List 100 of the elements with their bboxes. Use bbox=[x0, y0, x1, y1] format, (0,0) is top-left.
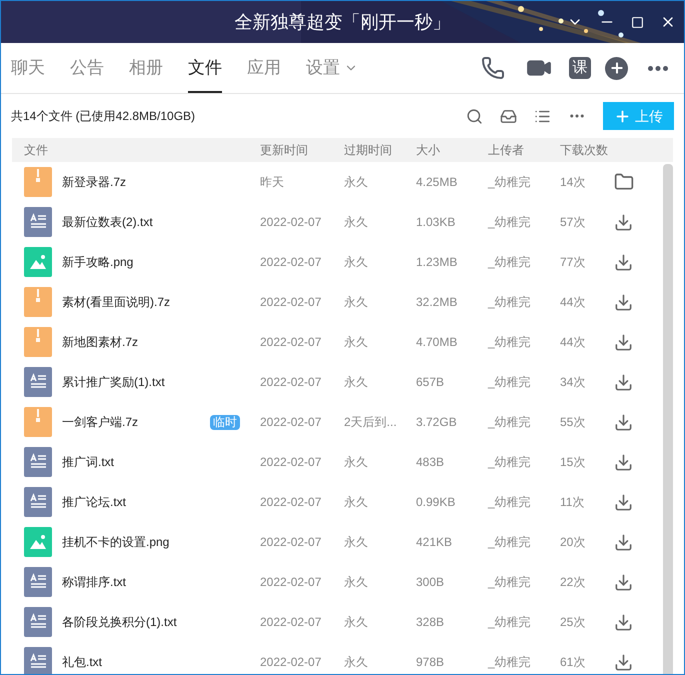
download-icon[interactable] bbox=[614, 532, 633, 552]
table-cell-text: 永久 bbox=[344, 534, 369, 551]
table-cell-text: 永久 bbox=[344, 334, 369, 351]
file-name[interactable]: 新登录器.7z bbox=[62, 173, 126, 191]
plus-icon bbox=[614, 108, 631, 124]
table-cell-text: 2022-02-07 bbox=[260, 614, 322, 631]
table-cell-text: 421KB bbox=[416, 534, 454, 551]
table-cell-text: 永久 bbox=[344, 214, 369, 231]
search-icon[interactable] bbox=[466, 108, 483, 124]
phone-icon bbox=[481, 56, 505, 80]
archive-file-icon bbox=[24, 407, 52, 437]
table-cell-text: 永久 bbox=[344, 614, 369, 631]
download-icon[interactable] bbox=[614, 652, 633, 672]
archive-file-icon bbox=[24, 167, 52, 197]
download-icon[interactable] bbox=[614, 412, 633, 432]
table-cell-text: 20次 bbox=[560, 534, 586, 551]
temporary-badge: 临时 bbox=[210, 414, 240, 430]
text-file-icon bbox=[24, 207, 52, 237]
table-cell-text: 昨天 bbox=[260, 174, 285, 191]
file-name[interactable]: 新地图素材.7z bbox=[62, 333, 138, 351]
table-cell-text: 657B bbox=[416, 374, 446, 391]
file-name[interactable]: 各阶段兑换积分(1).txt bbox=[62, 613, 177, 631]
table-cell-text: 483B bbox=[416, 454, 446, 471]
text-file-icon bbox=[24, 447, 52, 477]
file-name[interactable]: 素材(看里面说明).7z bbox=[62, 293, 170, 311]
add-button[interactable] bbox=[605, 56, 628, 80]
table-cell-text: 2022-02-07 bbox=[260, 214, 322, 231]
table-cell-text: 25次 bbox=[560, 614, 586, 631]
table-cell-text: 55次 bbox=[560, 414, 586, 431]
table-cell-text: 328B bbox=[416, 614, 446, 631]
file-name[interactable]: 新手攻略.png bbox=[62, 253, 134, 271]
download-icon[interactable] bbox=[614, 572, 633, 592]
table-cell-text: 32.2MB bbox=[416, 294, 458, 311]
archive-file-icon bbox=[24, 287, 52, 317]
table-cell-text: 44次 bbox=[560, 294, 586, 311]
table-cell-text: 永久 bbox=[344, 654, 369, 671]
tab[interactable]: 聊天 bbox=[11, 43, 45, 93]
file-name[interactable]: 累计推广奖励(1).txt bbox=[62, 373, 165, 391]
table-cell-text: 61次 bbox=[560, 654, 586, 671]
table-cell-text: 2022-02-07 bbox=[260, 254, 322, 271]
table-cell-text: 1.03KB bbox=[416, 214, 456, 231]
text-file-icon bbox=[24, 567, 52, 597]
table-cell-text: 57次 bbox=[560, 214, 586, 231]
course-button[interactable]: 课 bbox=[569, 57, 591, 79]
tab[interactable]: 公告 bbox=[70, 43, 104, 93]
column-header: 更新时间 bbox=[260, 142, 309, 159]
download-icon[interactable] bbox=[614, 612, 633, 632]
table-cell-text: 2022-02-07 bbox=[260, 414, 322, 431]
scrollbar-thumb[interactable] bbox=[663, 164, 673, 674]
table-cell-text: 永久 bbox=[344, 254, 369, 271]
table-cell-text: _幼稚完 bbox=[488, 574, 532, 591]
table-cell-text: 永久 bbox=[344, 494, 369, 511]
table-cell-text: 15次 bbox=[560, 454, 586, 471]
download-icon[interactable] bbox=[614, 372, 633, 392]
table-cell-text: 2022-02-07 bbox=[260, 654, 322, 671]
table-cell-text: _幼稚完 bbox=[488, 534, 532, 551]
column-header: 下载次数 bbox=[560, 142, 609, 159]
table-cell-text: _幼稚完 bbox=[488, 334, 532, 351]
tab[interactable]: 文件 bbox=[188, 43, 222, 93]
table-cell-text: 4.70MB bbox=[416, 334, 458, 351]
table-cell-text: 2022-02-07 bbox=[260, 294, 322, 311]
download-icon[interactable] bbox=[614, 452, 633, 472]
file-name[interactable]: 礼包.txt bbox=[62, 653, 102, 671]
table-cell-text: 34次 bbox=[560, 374, 586, 391]
table-cell-text: 22次 bbox=[560, 574, 586, 591]
table-cell-text: 2天后到... bbox=[344, 414, 398, 431]
text-file-icon bbox=[24, 367, 52, 397]
tab[interactable]: 应用 bbox=[247, 43, 281, 93]
table-cell-text: 2022-02-07 bbox=[260, 534, 322, 551]
table-cell-text: 2022-02-07 bbox=[260, 494, 322, 511]
table-cell-text: _幼稚完 bbox=[488, 294, 532, 311]
tab[interactable]: 相册 bbox=[129, 43, 163, 93]
file-name[interactable]: 推广词.txt bbox=[62, 453, 114, 471]
file-name[interactable]: 一剑客户端.7z bbox=[62, 413, 138, 431]
folder-icon[interactable] bbox=[614, 172, 634, 192]
download-icon[interactable] bbox=[614, 252, 633, 272]
inbox-icon[interactable] bbox=[500, 108, 517, 124]
table-cell-text: 11次 bbox=[560, 494, 586, 511]
tab[interactable]: 设置 bbox=[306, 43, 358, 93]
download-icon[interactable] bbox=[614, 332, 633, 352]
image-file-icon bbox=[24, 527, 52, 557]
file-name[interactable]: 称谓排序.txt bbox=[62, 573, 126, 591]
download-icon[interactable] bbox=[614, 292, 633, 312]
table-cell-text: 14次 bbox=[560, 174, 586, 191]
table-cell-text: 永久 bbox=[344, 174, 369, 191]
table-cell-text: _幼稚完 bbox=[488, 654, 532, 671]
archive-file-icon bbox=[24, 327, 52, 357]
file-name[interactable]: 挂机不卡的设置.png bbox=[62, 533, 170, 551]
file-name[interactable]: 最新位数表(2).txt bbox=[62, 213, 153, 231]
table-cell-text: 2022-02-07 bbox=[260, 454, 322, 471]
file-name[interactable]: 推广论坛.txt bbox=[62, 493, 126, 511]
maximize-icon[interactable] bbox=[631, 16, 644, 28]
window-title: 全新独尊超变「刚开一秒」 bbox=[234, 10, 450, 34]
download-icon[interactable] bbox=[614, 492, 633, 512]
table-cell-text: 永久 bbox=[344, 574, 369, 591]
download-icon[interactable] bbox=[614, 212, 633, 232]
table-cell-text: 0.99KB bbox=[416, 494, 456, 511]
table-cell-text: 永久 bbox=[344, 374, 369, 391]
table-cell-text: 978B bbox=[416, 654, 446, 671]
table-cell-text: _幼稚完 bbox=[488, 414, 532, 431]
